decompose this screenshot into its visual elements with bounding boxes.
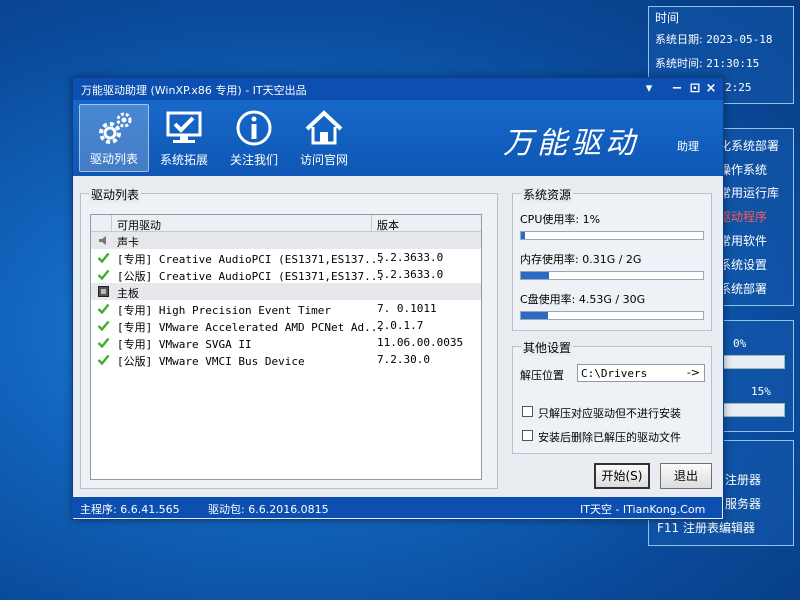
bg-menu-item[interactable]: 常用软件 [719, 232, 767, 249]
check-icon[interactable] [97, 302, 110, 315]
col-driver[interactable]: 可用驱动 [117, 217, 161, 233]
bg-tool-item[interactable]: 注册器 [725, 471, 761, 488]
start-button[interactable]: 开始(S) [594, 463, 650, 489]
chip-icon [98, 286, 109, 297]
col-separator [111, 215, 112, 232]
driver-name: [专用] Creative AudioPCI (ES1371,ES137... [117, 253, 385, 266]
driver-version: 7. 0.1011 [377, 302, 437, 315]
category-row[interactable]: 声卡 [91, 232, 481, 249]
disk-usage-fill [521, 312, 549, 319]
window-content: 驱动列表 可用驱动 版本 声卡 [专用] Creative AudioPCI (E… [72, 77, 724, 520]
extract-path-label: 解压位置 [520, 369, 564, 382]
driver-row[interactable]: [公版] VMware VMCI Bus Device 7.2.30.0 [91, 351, 481, 368]
driver-name: [公版] VMware VMCI Bus Device [117, 355, 305, 368]
list-header: 可用驱动 版本 [91, 215, 481, 232]
exit-button[interactable]: 退出 [660, 463, 712, 489]
driver-list[interactable]: 可用驱动 版本 声卡 [专用] Creative AudioPCI (ES1371… [90, 214, 482, 480]
bg-menu-item[interactable]: 系统设置 [719, 256, 767, 273]
time-panel-title: 时间 [655, 11, 680, 25]
driver-row[interactable]: [专用] VMware SVGA II 11.06.00.0035 [91, 334, 481, 351]
driver-name: [专用] High Precision Event Timer [117, 304, 332, 317]
bg-menu-item[interactable]: 常用运行库 [719, 184, 779, 201]
system-time-label: 系统时间: [655, 57, 703, 70]
system-date-value: 2023-05-18 [706, 33, 773, 46]
driver-row[interactable]: [公版] Creative AudioPCI (ES1371,ES137... 5… [91, 266, 481, 283]
col-separator [371, 215, 372, 232]
bg-menu-item[interactable]: 驱动程序 [719, 208, 767, 225]
disk-usage-label: C盘使用率: 4.53G / 30G [520, 293, 646, 306]
check-icon[interactable] [97, 319, 110, 332]
delete-after-install-label: 安装后删除已解压的驱动文件 [538, 431, 681, 444]
system-time-row: 系统时间: 21:30:15 [655, 55, 759, 71]
system-date-label: 系统日期: [655, 33, 703, 46]
driver-name: [公版] Creative AudioPCI (ES1371,ES137... [117, 270, 385, 283]
bg-usage-value: 15% [751, 385, 771, 398]
bg-menu-item[interactable]: 系统部署 [719, 280, 767, 297]
website-text: IT天空 - ITianKong.Com [580, 503, 706, 516]
memory-usage-bar [520, 271, 704, 280]
system-time-value: 21:30:15 [706, 57, 760, 70]
bg-menu-item[interactable]: 操作系统 [719, 161, 767, 178]
memory-usage-label: 内存使用率: 0.31G / 2G [520, 253, 642, 266]
bg-tool-item[interactable]: 服务器 [725, 495, 761, 512]
elapsed-value: 2:25 [725, 81, 752, 94]
driver-list-title: 驱动列表 [89, 186, 142, 203]
driver-row[interactable]: [专用] High Precision Event Timer 7. 0.1011 [91, 300, 481, 317]
driver-version: 11.06.00.0035 [377, 336, 464, 349]
col-version[interactable]: 版本 [377, 217, 399, 233]
speaker-icon [99, 236, 106, 245]
bg-tool-item[interactable]: F11 注册表编辑器 [657, 519, 755, 536]
extract-only-label: 只解压对应驱动但不进行安装 [538, 407, 681, 420]
system-resources-title: 系统资源 [521, 186, 574, 203]
driver-version: 7.2.30.0 [377, 353, 430, 366]
extract-path-value: C:\Drivers [581, 367, 648, 380]
memory-usage-fill [521, 272, 550, 279]
extract-only-checkbox[interactable] [522, 406, 533, 417]
main-program-version: 主程序: 6.6.41.565 [80, 503, 180, 516]
driver-version: 5.2.3633.0 [377, 268, 444, 281]
check-icon[interactable] [97, 251, 110, 264]
bg-usage-value: 0% [733, 337, 747, 350]
driver-name: [专用] VMware Accelerated AMD PCNet Ad... [117, 321, 385, 334]
cpu-usage-fill [521, 232, 525, 239]
category-label: 主板 [117, 287, 139, 300]
extract-path-input[interactable]: C:\Drivers -> [577, 364, 705, 382]
cpu-usage-bar [520, 231, 704, 240]
check-icon[interactable] [97, 336, 110, 349]
driver-row[interactable]: [专用] VMware Accelerated AMD PCNet Ad... 2… [91, 317, 481, 334]
bg-menu-item[interactable]: 化系统部署 [719, 137, 779, 154]
check-icon[interactable] [97, 353, 110, 366]
check-icon[interactable] [97, 268, 110, 281]
driver-row[interactable]: [专用] Creative AudioPCI (ES1371,ES137... 5… [91, 249, 481, 266]
browse-path-button[interactable]: -> [687, 366, 700, 379]
delete-after-install-checkbox[interactable] [522, 430, 533, 441]
system-date-row: 系统日期: 2023-05-18 [655, 31, 772, 47]
status-bar: 主程序: 6.6.41.565 驱动包: 6.6.2016.0815 IT天空 … [72, 497, 722, 518]
category-label: 声卡 [117, 236, 139, 249]
other-settings-title: 其他设置 [521, 339, 574, 356]
driver-name: [专用] VMware SVGA II [117, 338, 252, 351]
disk-usage-bar [520, 311, 704, 320]
cpu-usage-label: CPU使用率: 1% [520, 213, 601, 226]
driver-version: 5.2.3633.0 [377, 251, 444, 264]
category-row[interactable]: 主板 [91, 283, 481, 300]
driver-version: 2.0.1.7 [377, 319, 424, 332]
driver-pack-version: 驱动包: 6.6.2016.0815 [208, 503, 329, 516]
